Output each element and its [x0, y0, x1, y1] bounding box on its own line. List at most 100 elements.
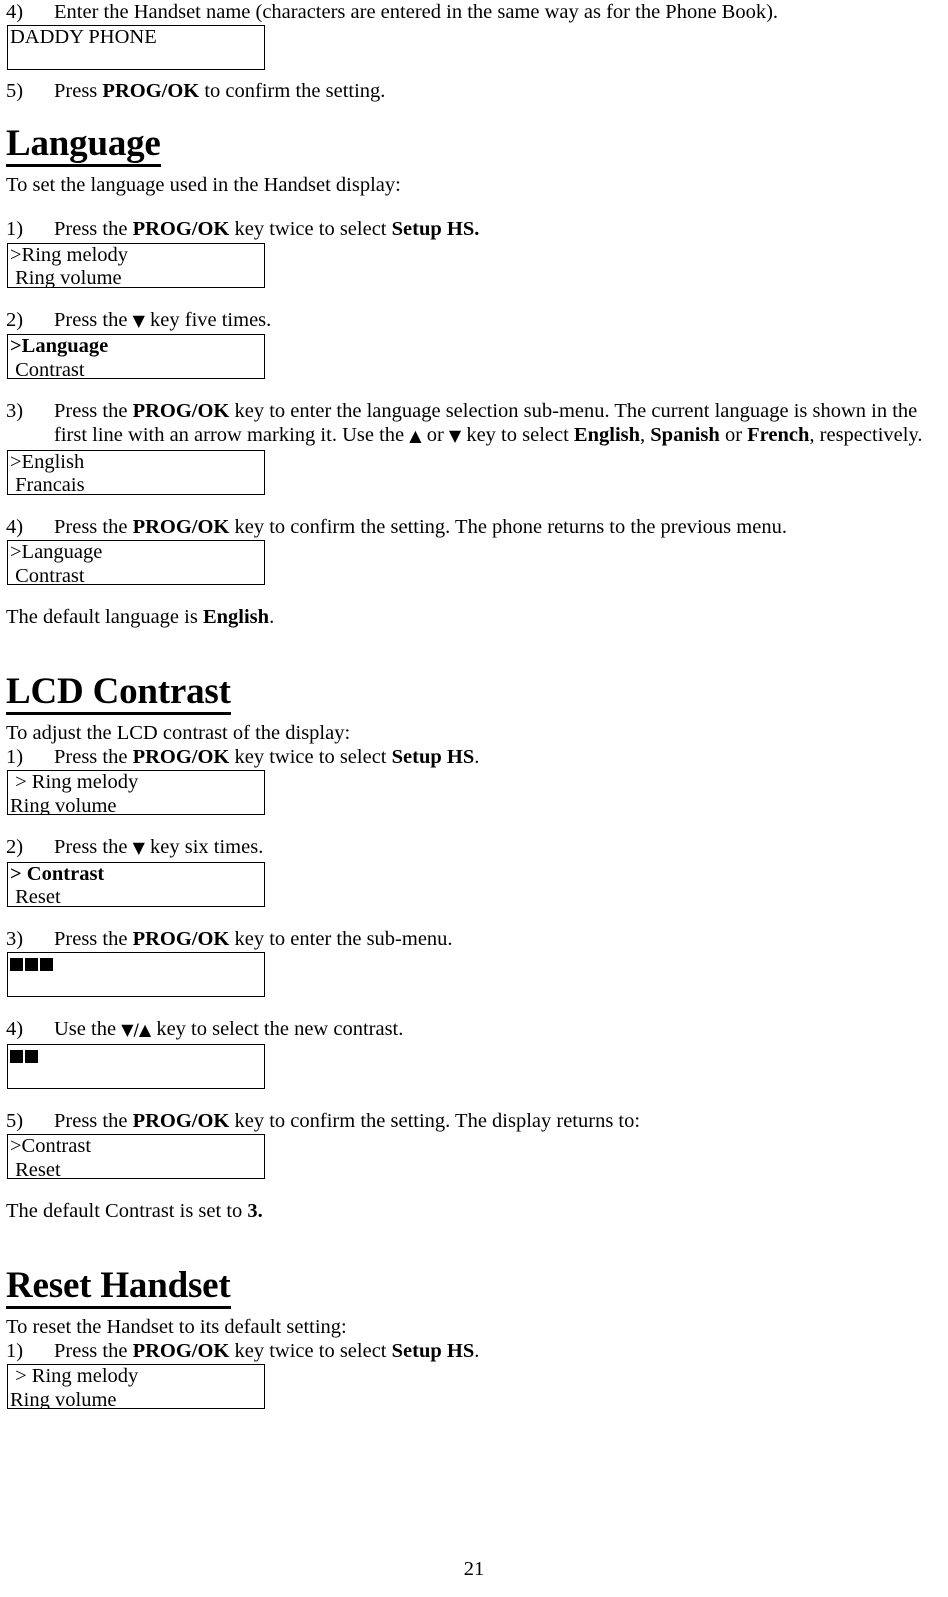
down-arrow-icon: ▼	[132, 838, 145, 858]
step-instruction: 4) Press the PROG/OK key to confirm the s…	[6, 515, 942, 539]
lcd-display: > Ring melody Ring volume	[7, 1364, 265, 1410]
contrast-level-indicator	[10, 953, 264, 977]
step-text: key twice to select	[229, 218, 392, 241]
lcd-line-1: > Contrast	[10, 862, 105, 885]
step-instruction: 3) Press the PROG/OK key to enter the sub…	[6, 927, 942, 951]
section-intro: To reset the Handset to its default sett…	[6, 1315, 347, 1338]
step-text: or	[719, 424, 748, 447]
step-instruction: 1) Press the PROG/OK key twice to select …	[6, 217, 942, 241]
step-confirm-handset-name: 5) Press PROG/OK to confirm the setting.	[6, 79, 942, 103]
step-text: Press the	[54, 400, 133, 423]
step-number: 1)	[6, 218, 24, 241]
document-page: 4) Enter the Handset name (characters are…	[0, 0, 948, 1597]
step-number: 1)	[6, 746, 24, 769]
contrast-level-indicator	[10, 1045, 264, 1069]
footer-prefix: The default language is	[6, 606, 203, 629]
section-heading: Reset Handset	[6, 1265, 231, 1309]
step-text: , respectively.	[809, 424, 923, 447]
footer-value: English	[202, 606, 270, 629]
contrast-block-icon	[10, 958, 23, 972]
lcd-display	[7, 952, 265, 998]
lcd-display: >Ring melody Ring volume	[7, 242, 265, 288]
lcd-line-2: Ring volume	[10, 267, 122, 288]
lcd-line-2: Francais	[10, 474, 85, 495]
step-instruction: 1) Press the PROG/OK key twice to select …	[6, 745, 942, 769]
step-text: Enter the Handset name (characters are e…	[54, 1, 779, 23]
step-number: 2)	[6, 836, 24, 859]
emphasis-text: PROG/OK	[132, 218, 230, 241]
step-text: Press the	[54, 515, 133, 538]
section-footer-note: The default Contrast is set to 3.	[6, 1199, 942, 1223]
lcd-line-2: Reset	[10, 1158, 61, 1180]
step-instruction: 4) Use the ▼/▲ key to select the new cont…	[6, 1017, 942, 1042]
step-instruction: 3) Press the PROG/OK key to enter the lan…	[6, 399, 942, 449]
emphasis-text: PROG/OK	[132, 515, 230, 538]
lcd-line-1: > Ring melody	[10, 1365, 139, 1388]
step-text: ,	[640, 424, 651, 447]
lcd-display: >English Francais	[7, 449, 265, 495]
step-text: Press the	[54, 927, 133, 950]
lcd-line-1: >Language	[10, 541, 103, 564]
emphasis-text: PROG/OK	[132, 927, 230, 950]
lcd-line-2: Ring volume	[10, 794, 117, 816]
emphasis-text: PROG/OK	[132, 1339, 230, 1362]
emphasis-text: French	[747, 424, 810, 447]
lcd-line-1: DADDY PHONE	[10, 26, 157, 49]
section-heading: Language	[6, 123, 161, 167]
emphasis-text: English	[573, 424, 641, 447]
step-text-suffix: to confirm the setting.	[199, 80, 386, 103]
step-text: Press the	[54, 308, 133, 331]
up-arrow-icon: ▲	[409, 426, 422, 446]
emphasis-text: PROG/OK	[132, 746, 230, 769]
down-arrow-icon: ▼/▲	[121, 1020, 152, 1040]
lcd-display: > Contrast Reset	[7, 861, 265, 907]
contrast-block-icon	[40, 958, 53, 972]
footer-suffix: .	[269, 606, 275, 629]
lcd-line-1: >Language	[10, 335, 109, 358]
step-number: 1)	[6, 1339, 24, 1362]
lcd-display: >Language Contrast	[7, 540, 265, 586]
step-instruction: 5) Press the PROG/OK key to confirm the s…	[6, 1109, 942, 1133]
down-arrow-icon: ▼	[132, 310, 145, 330]
emphasis-text: PROG/OK	[132, 400, 230, 423]
step-text: key six times.	[144, 836, 264, 859]
section-footer-note: The default language is English.	[6, 605, 942, 629]
step-text: key to enter the sub-menu.	[229, 927, 453, 950]
step-text: key to confirm the setting. The phone re…	[229, 515, 787, 538]
emphasis-text: Spanish	[650, 424, 720, 447]
step-text: key to confirm the setting. The display …	[229, 1109, 641, 1132]
step-text: Press the	[54, 746, 133, 769]
step-number: 2)	[6, 308, 24, 331]
contrast-block-icon	[10, 1049, 23, 1063]
step-text: .	[474, 746, 480, 769]
step-number: 4)	[6, 515, 24, 538]
step-text: Press the	[54, 836, 133, 859]
step-number: 4)	[6, 1, 24, 23]
lcd-line-2: Contrast	[10, 564, 85, 586]
step-number: 3)	[6, 400, 24, 423]
contrast-block-icon	[25, 958, 38, 972]
step-instruction: 2) Press the ▼ key five times.	[6, 308, 942, 333]
lcd-line-1: > Ring melody	[10, 771, 139, 794]
emphasis-text: Setup HS	[391, 1339, 475, 1362]
lcd-display: >Language Contrast	[7, 334, 265, 380]
down-arrow-icon: ▼	[448, 426, 462, 446]
footer-prefix: The default Contrast is set to	[6, 1200, 248, 1223]
contrast-block-icon	[25, 1049, 38, 1063]
step-text: key twice to select	[229, 746, 392, 769]
step-text: Press the	[54, 1339, 133, 1362]
lcd-line-1: >Contrast	[10, 1135, 92, 1158]
lcd-display-handset-name: DADDY PHONE	[7, 25, 265, 71]
lcd-display	[7, 1043, 265, 1089]
sections-container: Language To set the language used in the …	[6, 123, 942, 1410]
step-number: 5)	[6, 1109, 24, 1132]
